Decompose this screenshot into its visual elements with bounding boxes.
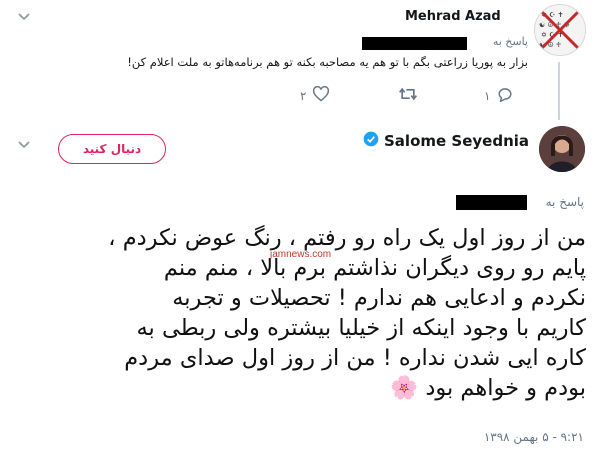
like-count: ۲ (300, 88, 307, 103)
reply-action[interactable]: ۱ (484, 86, 514, 105)
tweet-menu-chevron-icon[interactable] (18, 13, 30, 24)
reply-icon[interactable] (496, 86, 514, 105)
retweet-action[interactable] (398, 86, 418, 105)
follow-button[interactable]: دنبال کنید (58, 134, 166, 164)
main-author-name[interactable]: Salome Seyednia (384, 132, 529, 150)
main-tweet-menu-chevron-icon[interactable] (18, 141, 30, 152)
replying-to-label: پاسخ به (492, 35, 528, 48)
like-action[interactable]: ۲ (300, 85, 330, 105)
reply-author-name[interactable]: Mehrad Azad (405, 9, 501, 24)
reply-tweet-text: بزار به پوریا زراعتی بگم با تو هم یه مصا… (127, 55, 528, 69)
tweet-line: نکردم و ادعایی هم ندارم ! تحصیلات و تجرب… (172, 285, 586, 311)
verified-badge-icon (363, 131, 379, 151)
watermark: jamnews.com (270, 249, 332, 260)
reply-count: ۱ (484, 88, 491, 103)
salome-avatar[interactable] (539, 126, 585, 172)
main-author[interactable]: Salome Seyednia (363, 131, 529, 151)
tweet-line: کاره ایی شدن نداره ! من از روز اول صدای … (124, 345, 586, 371)
redacted-username (362, 37, 467, 50)
mehrad-avatar[interactable]: ✡ ☪ ✝ ☯ ☮ ♰ ☸ ✡ ☪ ✝ ☯ ☮ ♰ (534, 4, 586, 56)
tweet-timestamp[interactable]: ۹:۲۱ - ۵ بهمن ۱۳۹۸ (460, 430, 584, 444)
main-replying-to-label: پاسخ به (545, 195, 584, 209)
tweet-line: کاریم با وجود اینکه از خیلیا بیشتره ولی … (136, 315, 586, 341)
tweet-last-line: بودم و خواهم بود 🌸 (20, 373, 586, 403)
blossom-emoji-icon: 🌸 (390, 375, 419, 401)
reply-tweet-actions: ۲ ۱ (300, 85, 530, 110)
thread-line (558, 62, 560, 120)
heart-icon[interactable] (312, 85, 330, 105)
tweet-line: بودم و خواهم بود (425, 375, 586, 401)
main-redacted-username (456, 195, 527, 210)
retweet-icon[interactable] (398, 86, 418, 105)
